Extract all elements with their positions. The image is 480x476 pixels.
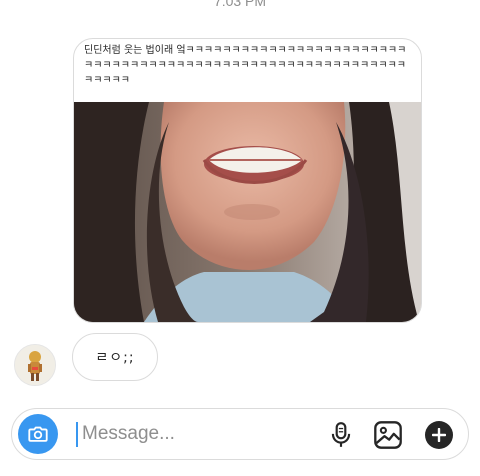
post-photo[interactable] (74, 102, 421, 322)
gallery-icon (374, 421, 402, 449)
message-timestamp: 7:03 PM (213, 0, 267, 9)
message-input[interactable] (78, 417, 282, 451)
gallery-button[interactable] (372, 419, 404, 451)
message-composer (11, 408, 469, 460)
microphone-icon (331, 422, 351, 447)
sender-avatar[interactable] (14, 344, 56, 386)
camera-button[interactable] (18, 414, 58, 454)
voice-message-button[interactable] (326, 420, 356, 450)
post-caption: 딘딘처럼 웃는 법이래 엌ㅋㅋㅋㅋㅋㅋㅋㅋㅋㅋㅋㅋㅋㅋㅋㅋㅋㅋㅋㅋㅋㅋㅋㅋㅋㅋㅋ… (84, 45, 407, 86)
shared-post-message[interactable]: 딘딘처럼 웃는 법이래 엌ㅋㅋㅋㅋㅋㅋㅋㅋㅋㅋㅋㅋㅋㅋㅋㅋㅋㅋㅋㅋㅋㅋㅋㅋㅋㅋㅋ… (73, 38, 422, 323)
reply-message-bubble[interactable]: ㄹㅇ;; (72, 333, 158, 381)
plus-icon (432, 428, 446, 442)
more-options-button[interactable] (425, 421, 453, 449)
cartoon-character-icon (15, 345, 55, 385)
camera-icon (28, 426, 48, 442)
